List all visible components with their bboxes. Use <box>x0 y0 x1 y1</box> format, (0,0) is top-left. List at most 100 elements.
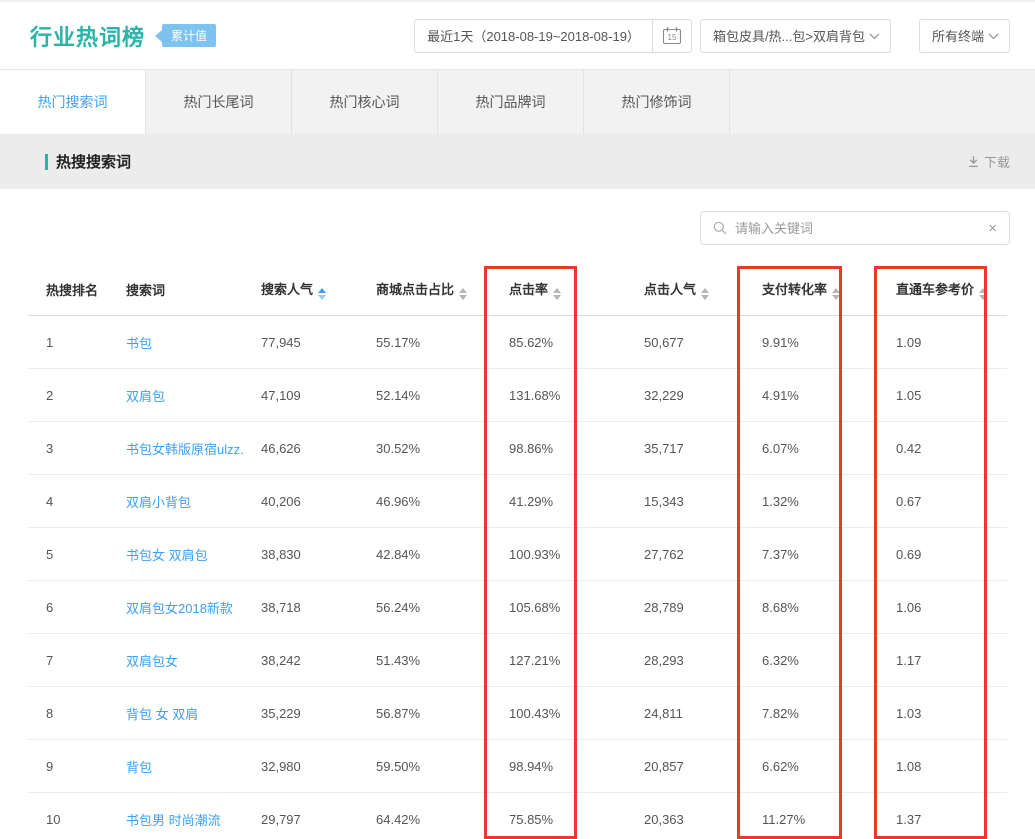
value-cell: 85.62% <box>509 335 553 350</box>
value-cell: 51.43% <box>376 653 420 668</box>
value-cell: 40,206 <box>261 494 301 509</box>
category-select[interactable]: 箱包皮具/热...包>双肩背包 <box>700 19 891 53</box>
sort-icon <box>553 288 561 300</box>
value-cell: 1.37 <box>896 812 921 827</box>
tab-3[interactable]: 热门核心词 <box>292 70 438 134</box>
value-cell: 35,229 <box>261 706 301 721</box>
keyword-link[interactable]: 背包 <box>126 760 152 775</box>
keyword-link[interactable]: 书包 <box>126 336 152 351</box>
value-cell: 1.06 <box>896 600 921 615</box>
value-cell: 131.68% <box>509 388 560 403</box>
tab-2[interactable]: 热门长尾词 <box>146 70 292 134</box>
keyword-link[interactable]: 双肩包女 <box>126 654 178 669</box>
value-cell: 4.91% <box>762 388 799 403</box>
column-header-4[interactable]: 商城点击占比 <box>358 264 491 316</box>
table-row: 2双肩包47,10952.14%131.68%32,2294.91%1.05 <box>28 369 1007 422</box>
keyword-link[interactable]: 背包 女 双肩 <box>126 707 198 722</box>
value-cell: 1.09 <box>896 335 921 350</box>
value-cell: 11.27% <box>762 812 805 827</box>
section-title: 热搜搜索词 <box>45 151 131 172</box>
value-cell: 55.17% <box>376 335 420 350</box>
keyword-link[interactable]: 书包男 时尚潮流 <box>126 813 221 828</box>
column-header-label: 商城点击占比 <box>376 282 454 297</box>
rank-cell: 6 <box>46 600 53 615</box>
value-cell: 52.14% <box>376 388 420 403</box>
value-cell: 46,626 <box>261 441 301 456</box>
terminal-select[interactable]: 所有终端 <box>919 19 1010 53</box>
value-cell: 56.24% <box>376 600 420 615</box>
download-label: 下载 <box>984 152 1010 171</box>
value-cell: 105.68% <box>509 600 560 615</box>
table-row: 6双肩包女2018新款38,71856.24%105.68%28,7898.68… <box>28 581 1007 634</box>
page-header: 行业热词榜 累计值 最近1天（2018-08-19~2018-08-19） 15… <box>0 2 1035 70</box>
value-cell: 27,762 <box>644 547 684 562</box>
download-icon <box>967 155 980 168</box>
tab-label: 热门修饰词 <box>622 92 692 112</box>
tab-bar-filler <box>730 70 1035 134</box>
keyword-link[interactable]: 双肩包女2018新款 <box>126 601 233 616</box>
clear-search-icon[interactable]: × <box>988 221 997 236</box>
sort-icon <box>318 288 326 300</box>
value-cell: 127.21% <box>509 653 560 668</box>
calendar-button[interactable]: 15 <box>652 20 691 52</box>
value-cell: 28,293 <box>644 653 684 668</box>
column-header-2: 搜索词 <box>108 264 243 316</box>
value-cell: 29,797 <box>261 812 301 827</box>
table-row: 7双肩包女38,24251.43%127.21%28,2936.32%1.17 <box>28 634 1007 687</box>
column-header-1: 热搜排名 <box>28 264 108 316</box>
value-cell: 0.67 <box>896 494 921 509</box>
sort-icon <box>701 288 709 300</box>
value-cell: 8.68% <box>762 600 799 615</box>
table-row: 3书包女韩版原宿ulzz...46,62630.52%98.86%35,7176… <box>28 422 1007 475</box>
column-header-label: 直通车参考价 <box>896 282 974 297</box>
header-controls: 最近1天（2018-08-19~2018-08-19） 15 箱包皮具/热...… <box>414 19 1010 53</box>
column-header-5[interactable]: 点击率 <box>491 264 626 316</box>
keyword-link[interactable]: 书包女韩版原宿ulzz... <box>126 442 243 457</box>
keyword-search-input[interactable] <box>735 221 988 236</box>
value-cell: 38,242 <box>261 653 301 668</box>
rank-cell: 8 <box>46 706 53 721</box>
column-header-label: 支付转化率 <box>762 282 827 297</box>
value-cell: 98.94% <box>509 759 553 774</box>
table-row: 5书包女 双肩包38,83042.84%100.93%27,7627.37%0.… <box>28 528 1007 581</box>
rank-cell: 5 <box>46 547 53 562</box>
value-cell: 75.85% <box>509 812 553 827</box>
tab-label: 热门品牌词 <box>476 92 546 112</box>
column-header-6[interactable]: 点击人气 <box>626 264 744 316</box>
value-cell: 59.50% <box>376 759 420 774</box>
value-cell: 42.84% <box>376 547 420 562</box>
hot-keywords-table: 热搜排名搜索词搜索人气商城点击占比点击率点击人气支付转化率直通车参考价 1书包7… <box>28 264 1007 839</box>
value-cell: 77,945 <box>261 335 301 350</box>
tab-5[interactable]: 热门修饰词 <box>584 70 730 134</box>
column-header-7[interactable]: 支付转化率 <box>744 264 878 316</box>
tab-1[interactable]: 热门搜索词 <box>0 70 146 134</box>
value-cell: 38,830 <box>261 547 301 562</box>
keyword-link[interactable]: 书包女 双肩包 <box>126 548 208 563</box>
value-cell: 7.82% <box>762 706 799 721</box>
column-header-3[interactable]: 搜索人气 <box>243 264 358 316</box>
section-bar: 热搜搜索词 下载 <box>0 134 1035 189</box>
rank-cell: 2 <box>46 388 53 403</box>
tab-label: 热门长尾词 <box>184 92 254 112</box>
value-cell: 20,857 <box>644 759 684 774</box>
value-cell: 6.32% <box>762 653 799 668</box>
rank-cell: 10 <box>46 812 60 827</box>
column-header-label: 热搜排名 <box>46 283 98 298</box>
value-cell: 100.43% <box>509 706 560 721</box>
date-range-picker[interactable]: 最近1天（2018-08-19~2018-08-19） 15 <box>414 19 692 53</box>
rank-cell: 4 <box>46 494 53 509</box>
value-cell: 41.29% <box>509 494 553 509</box>
table-row: 10书包男 时尚潮流29,79764.42%75.85%20,36311.27%… <box>28 793 1007 839</box>
download-button[interactable]: 下载 <box>967 152 1010 171</box>
value-cell: 15,343 <box>644 494 684 509</box>
tab-4[interactable]: 热门品牌词 <box>438 70 584 134</box>
keyword-link[interactable]: 双肩小背包 <box>126 495 191 510</box>
chevron-down-icon <box>988 33 999 40</box>
table-header-row: 热搜排名搜索词搜索人气 商城点击占比 点击率点击人气 支付转化率 直通车参考价 <box>28 264 1007 316</box>
sort-icon <box>832 288 840 300</box>
tab-label: 热门核心词 <box>330 92 400 112</box>
chevron-down-icon <box>869 33 880 40</box>
column-header-8[interactable]: 直通车参考价 <box>878 264 1007 316</box>
value-cell: 20,363 <box>644 812 684 827</box>
keyword-link[interactable]: 双肩包 <box>126 389 165 404</box>
